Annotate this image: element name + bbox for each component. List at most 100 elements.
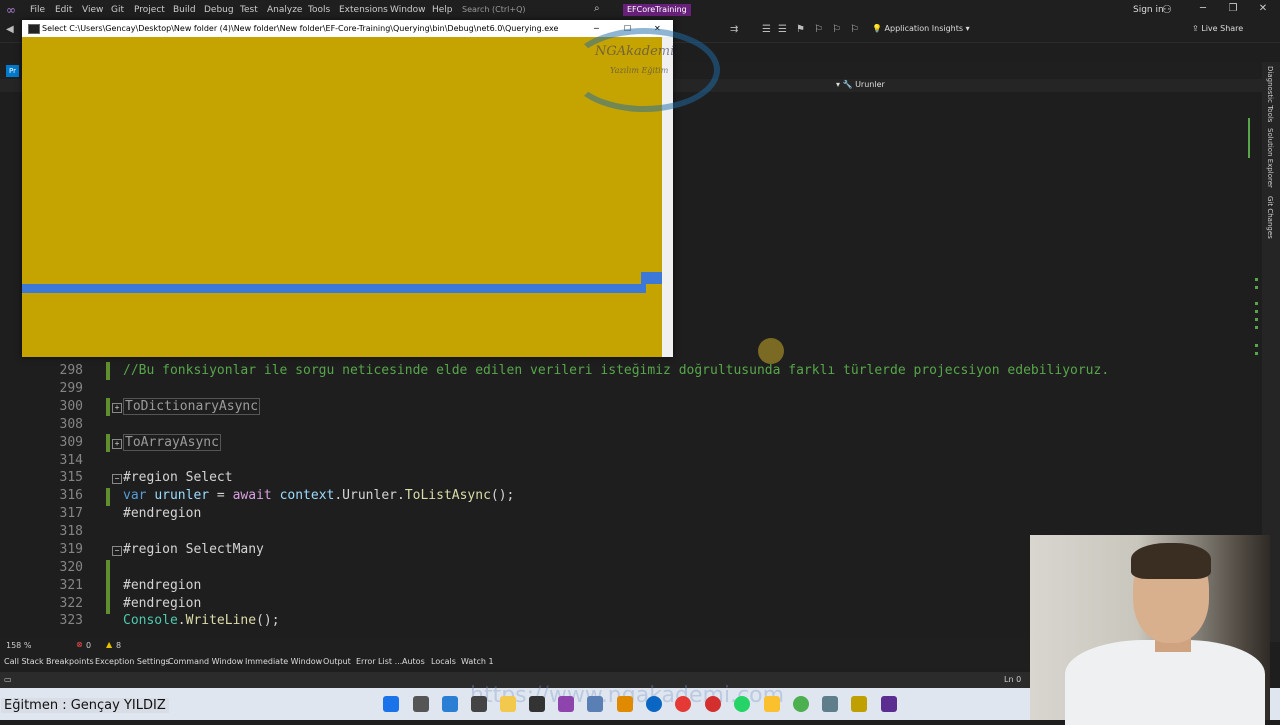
scroll-marker [1255,286,1258,289]
diagnostic-tools-tab[interactable]: Diagnostic Tools [1266,66,1274,122]
app-icon-4[interactable] [851,696,867,712]
line-info: Ln 0 [1004,675,1022,684]
scroll-marker [1255,352,1258,355]
menu-file[interactable]: File [30,5,45,15]
code-line: var urunler = await context.Urunler.ToLi… [123,488,514,503]
console-icon [28,24,40,34]
menu-tools[interactable]: Tools [308,5,330,15]
photos-icon[interactable] [587,696,603,712]
logo-text: NGAkademi [595,44,675,59]
line-number: 300 [59,399,83,414]
record-icon[interactable] [705,696,721,712]
app-icon-5[interactable] [881,696,897,712]
tab-locals[interactable]: Locals [431,657,456,666]
code-token: //Bu fonksiyonlar ile sorgu neticesinde … [123,363,1110,378]
member-label: Urunler [855,80,885,89]
tab-breakpoints[interactable]: Breakpoints [46,657,94,666]
store-icon[interactable] [442,696,458,712]
collapse-region-icon[interactable]: − [112,546,122,556]
close-icon[interactable]: ✕ [1253,3,1273,14]
tab-watch-1[interactable]: Watch 1 [461,657,494,666]
line-number: 299 [59,381,83,396]
bookmark-next-icon[interactable]: ⚐ [832,24,841,35]
search-input[interactable]: Search (Ctrl+Q) [462,3,610,17]
status-ready-icon: ▭ [4,675,12,684]
collapse-region-icon[interactable]: − [112,474,122,484]
git-changes-tab[interactable]: Git Changes [1266,196,1274,239]
menu-test[interactable]: Test [240,5,258,15]
app-icon-3[interactable] [822,696,838,712]
console-output-area[interactable] [22,37,662,357]
code-token: .Urunler. [334,488,405,503]
zoom-level[interactable]: 158 % [6,641,31,650]
code-token: ToArrayAsync [123,434,221,451]
warning-count: 8 [116,641,122,650]
format-icon[interactable]: ☰ [762,24,771,35]
code-line: #endregion [123,596,201,611]
code-token: ToDictionaryAsync [123,398,261,415]
member-dropdown[interactable]: ▾ 🔧 Urunler [836,80,885,89]
terminal-icon[interactable] [529,696,545,712]
app-icon-2[interactable] [617,696,633,712]
step-icon[interactable]: ⇉ [730,24,738,35]
change-bar [106,434,110,452]
sticky-notes-icon[interactable] [764,696,780,712]
app-icon[interactable] [471,696,487,712]
menu-git[interactable]: Git [111,5,124,15]
line-number: 323 [59,613,83,628]
bookmark-prev-icon[interactable]: ⚐ [814,24,823,35]
warning-icon[interactable]: ▲ [106,640,112,649]
menu-build[interactable]: Build [173,5,196,15]
opera-icon[interactable] [675,696,691,712]
tab-autos[interactable]: Autos [402,657,425,666]
console-minimize-icon[interactable]: ─ [594,20,599,37]
format-icon-2[interactable]: ☰ [778,24,787,35]
bookmark-clear-icon[interactable]: ⚐ [850,24,859,35]
menu-window[interactable]: Window [390,5,426,15]
chrome-icon[interactable] [793,696,809,712]
code-line: #endregion [123,578,201,593]
application-insights-button[interactable]: 💡 Application Insights ▾ [872,24,970,33]
menu-project[interactable]: Project [134,5,165,15]
edge-icon[interactable] [646,696,662,712]
minimize-icon[interactable]: ─ [1193,3,1213,14]
error-icon[interactable]: ⊗ [76,640,83,649]
tab-call-stack[interactable]: Call Stack [4,657,44,666]
bookmark-icon[interactable]: ⚑ [796,24,805,35]
expand-region-icon[interactable]: + [112,403,122,413]
visual-studio-icon[interactable] [558,696,574,712]
tab-command-window[interactable]: Command Window [168,657,243,666]
solution-explorer-tab[interactable]: Solution Explorer [1266,128,1274,188]
live-share-button[interactable]: ⇪ Live Share [1192,24,1243,33]
console-highlight-bar-end [641,272,662,284]
menu-debug[interactable]: Debug [204,5,234,15]
tab-output[interactable]: Output [323,657,351,666]
expand-region-icon[interactable]: + [112,439,122,449]
visual-studio-logo-icon: ∞ [6,3,16,17]
menu-analyze[interactable]: Analyze [267,5,302,15]
editor-status-row: 158 % ⊗ 0 ▲ 8 [0,638,1030,652]
restore-icon[interactable]: ❐ [1223,3,1243,14]
menu-extensions[interactable]: Extensions [339,5,388,15]
tab-preview[interactable]: Pr [6,65,19,77]
code-token: #endregion [123,596,202,611]
sign-in-link[interactable]: Sign in [1133,5,1164,15]
change-bar [106,398,110,416]
back-icon[interactable]: ◀ [6,24,14,35]
search-icon[interactable]: ⌕ [594,3,600,14]
menu-help[interactable]: Help [432,5,453,15]
windows-start-icon[interactable] [383,696,399,712]
tab-exception-settings[interactable]: Exception Settings [95,657,170,666]
tab-error-list[interactable]: Error List ... [356,657,402,666]
task-view-icon[interactable] [413,696,429,712]
webcam-person-hair [1131,543,1211,579]
menu-view[interactable]: View [82,5,103,15]
line-number: 308 [59,417,83,432]
menu-edit[interactable]: Edit [55,5,72,15]
tab-immediate-window[interactable]: Immediate Window [245,657,322,666]
account-icon[interactable]: ⚇ [1162,3,1172,16]
console-title-bar[interactable]: Select C:\Users\Gencay\Desktop\New folde… [22,20,673,37]
file-explorer-icon[interactable] [500,696,516,712]
whatsapp-icon[interactable] [734,696,750,712]
code-token: Console [123,613,178,628]
